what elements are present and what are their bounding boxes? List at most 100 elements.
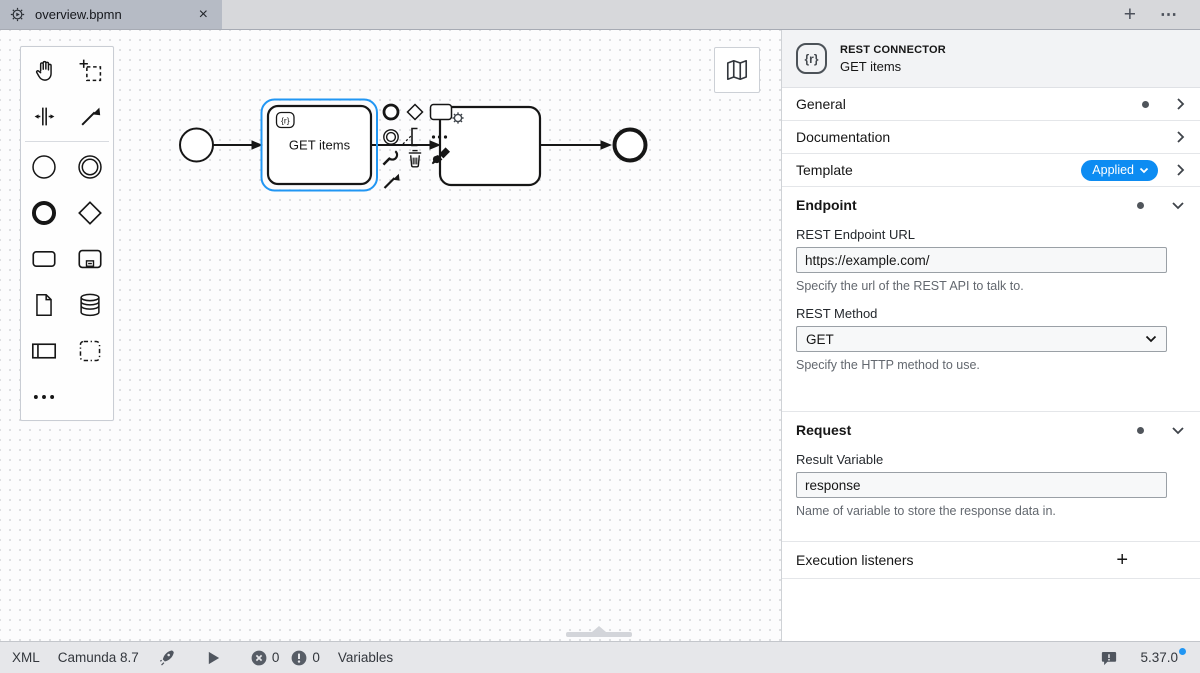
task-icon	[30, 245, 58, 273]
lasso-tool-icon	[78, 58, 103, 83]
end-event[interactable]	[615, 130, 646, 161]
error-circle-icon	[251, 650, 267, 666]
sequence-flow-2[interactable]	[371, 140, 441, 149]
bpmn-canvas[interactable]: {r} GET items	[0, 30, 781, 641]
text-annotation-icon[interactable]	[403, 129, 418, 146]
append-task-icon[interactable]	[431, 105, 452, 120]
element-palette	[20, 46, 114, 421]
rocket-icon	[159, 648, 178, 667]
rest-endpoint-url-input[interactable]	[796, 247, 1167, 273]
sequence-flow-3[interactable]	[540, 140, 612, 149]
feedback-bubble-icon	[1100, 649, 1118, 667]
hand-tool-icon	[32, 58, 57, 83]
palette-subprocess[interactable]	[67, 236, 113, 282]
camunda-modeler-window: overview.bpmn × + ⋯	[0, 0, 1200, 673]
template-applied-badge[interactable]: Applied	[1081, 160, 1158, 181]
palette-lasso-tool[interactable]	[67, 47, 113, 93]
minimap-toggle-button[interactable]	[714, 47, 760, 93]
connect-tool-icon[interactable]	[385, 174, 400, 188]
error-count[interactable]: 0	[251, 650, 280, 666]
end-event-icon	[30, 199, 58, 227]
palette-space-tool[interactable]	[21, 93, 67, 139]
context-pad-more-icon[interactable]	[432, 135, 447, 138]
tab-close-icon[interactable]: ×	[195, 7, 212, 23]
group-row-documentation[interactable]: Documentation	[782, 121, 1200, 154]
endpoint-group-header[interactable]: Endpoint	[782, 187, 1200, 223]
data-object-icon	[31, 292, 57, 318]
element-name-label: GET items	[840, 59, 946, 74]
ellipsis-icon	[31, 384, 57, 410]
rest-method-help: Specify the HTTP method to use.	[796, 358, 1167, 372]
palette-gateway[interactable]	[67, 190, 113, 236]
play-icon	[206, 650, 221, 666]
palette-empty-cell	[67, 374, 113, 420]
chevron-right-icon	[1174, 128, 1187, 146]
request-group-header[interactable]: Request	[782, 412, 1200, 448]
group-icon	[77, 338, 103, 364]
global-connect-icon	[78, 104, 103, 129]
result-variable-help: Name of variable to store the response d…	[796, 504, 1167, 518]
gateway-icon	[76, 199, 104, 227]
group-row-template[interactable]: Template Applied	[782, 154, 1200, 187]
start-event-icon	[30, 153, 58, 181]
palette-separator	[25, 141, 109, 142]
map-icon	[724, 57, 750, 83]
sequence-flow-1[interactable]	[213, 140, 263, 149]
panel-resize-handle[interactable]	[566, 632, 632, 637]
edited-dot	[1142, 101, 1149, 108]
palette-data-store[interactable]	[67, 282, 113, 328]
result-variable-input[interactable]	[796, 472, 1167, 498]
chevron-right-icon	[1174, 95, 1187, 113]
palette-more-tools[interactable]	[21, 374, 67, 420]
start-event[interactable]	[180, 129, 213, 162]
append-gateway-icon[interactable]	[408, 105, 423, 120]
palette-hand-tool[interactable]	[21, 47, 67, 93]
rest-task-get-items[interactable]: {r} GET items	[262, 100, 378, 191]
append-end-event-icon[interactable]	[384, 105, 398, 119]
rest-method-select[interactable]: GET	[796, 326, 1167, 352]
engine-version-button[interactable]: Camunda 8.7	[58, 650, 139, 665]
trash-icon[interactable]	[409, 151, 421, 167]
warning-count[interactable]: 0	[291, 650, 320, 666]
chevron-down-icon	[1169, 424, 1187, 437]
subprocess-icon	[76, 245, 104, 273]
add-listener-button[interactable]: +	[1116, 550, 1128, 570]
new-tab-button[interactable]: +	[1116, 4, 1144, 25]
append-intermediate-event-icon[interactable]	[384, 130, 398, 144]
element-type-label: REST CONNECTOR	[840, 44, 946, 56]
start-instance-button[interactable]	[206, 650, 221, 666]
palette-data-object[interactable]	[21, 282, 67, 328]
palette-global-connect-tool[interactable]	[67, 93, 113, 139]
execution-listeners-row[interactable]: Execution listeners +	[782, 542, 1200, 579]
connector-badge: {r}	[281, 115, 290, 125]
wrench-icon[interactable]	[383, 151, 397, 164]
edited-dot	[1137, 202, 1144, 209]
intermediate-event-icon	[76, 153, 104, 181]
palette-participant[interactable]	[21, 328, 67, 374]
chevron-down-icon	[1169, 199, 1187, 212]
result-variable-label: Result Variable	[796, 452, 1167, 467]
process-gear-icon	[9, 6, 26, 23]
palette-group[interactable]	[67, 328, 113, 374]
tab-overflow-button[interactable]: ⋯	[1154, 5, 1184, 25]
chevron-right-icon	[1174, 161, 1187, 179]
group-endpoint: Endpoint REST Endpoint URL Specify the u…	[782, 187, 1200, 412]
deploy-button[interactable]	[159, 648, 178, 667]
palette-end-event[interactable]	[21, 190, 67, 236]
group-row-general[interactable]: General	[782, 88, 1200, 121]
tab-overview-bpmn[interactable]: overview.bpmn ×	[0, 0, 222, 29]
chevron-down-icon	[1139, 167, 1149, 174]
feedback-button[interactable]	[1100, 649, 1118, 667]
xml-toggle-button[interactable]: XML	[12, 650, 40, 665]
group-request: Request Result Variable Name of variable…	[782, 412, 1200, 542]
tab-title: overview.bpmn	[35, 7, 186, 22]
palette-intermediate-event[interactable]	[67, 144, 113, 190]
warning-circle-icon	[291, 650, 307, 666]
palette-start-event[interactable]	[21, 144, 67, 190]
palette-task[interactable]	[21, 236, 67, 282]
properties-header: {r} REST CONNECTOR GET items	[782, 30, 1200, 88]
chevron-down-icon	[1145, 335, 1157, 343]
variables-toggle-button[interactable]: Variables	[338, 650, 393, 665]
app-version[interactable]: 5.37.0	[1140, 650, 1186, 665]
rest-method-label: REST Method	[796, 306, 1167, 321]
